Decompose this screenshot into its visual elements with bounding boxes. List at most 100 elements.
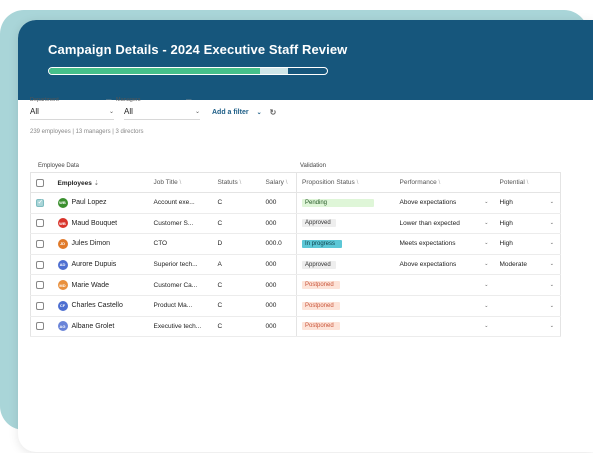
statut-cell: C	[212, 274, 261, 296]
chevron-down-icon: ⌄	[549, 302, 554, 309]
row-checkbox[interactable]	[36, 198, 44, 207]
page: Campaign Details - 2024 Executive Staff …	[0, 0, 593, 453]
job-title-cell: Account exe...	[148, 192, 213, 214]
performance-cell[interactable]: Lower than expected ⌄	[394, 213, 495, 235]
table-header-row: Employees ⇣ Job Title \ Statuts \ Salary…	[30, 172, 561, 193]
potential-cell[interactable]: ⌄	[494, 274, 561, 296]
employee-table: Employees ⇣ Job Title \ Statuts \ Salary…	[30, 172, 561, 338]
row-checkbox[interactable]	[36, 322, 44, 331]
select-all-checkbox[interactable]	[36, 178, 44, 187]
employee-name[interactable]: Aurore Dupuis	[72, 261, 117, 268]
resize-handle-icon: \	[179, 179, 182, 186]
column-performance[interactable]: Performance \	[394, 172, 495, 193]
row-select-cell	[30, 316, 53, 338]
employee-name[interactable]: Jules Dimon	[72, 240, 111, 247]
campaign-progress-bar	[48, 67, 328, 75]
chevron-down-icon: ⌄	[484, 199, 489, 206]
potential-value: High	[499, 219, 513, 227]
row-checkbox[interactable]	[36, 260, 44, 269]
proposition-status-cell[interactable]: Approved	[296, 213, 395, 235]
proposition-status-cell[interactable]: Postponed	[296, 316, 395, 338]
chevron-down-icon: ⌄	[256, 109, 262, 116]
add-filter-button[interactable]: Add a filter ⌄ ↻	[212, 108, 276, 117]
performance-cell[interactable]: ⌄	[394, 316, 495, 338]
avatar: MD	[57, 280, 68, 291]
potential-cell[interactable]: High ⌄	[494, 192, 561, 214]
column-label: Salary	[265, 179, 284, 186]
column-label: Potential	[499, 179, 525, 186]
proposition-status-cell[interactable]: Postponed	[296, 274, 395, 296]
potential-cell[interactable]: ⌄	[494, 316, 561, 338]
managers-value: All	[124, 107, 133, 116]
proposition-status-cell[interactable]: Postponed	[296, 295, 395, 317]
status-badge: Approved	[302, 219, 336, 228]
dash-separator: —	[186, 96, 192, 103]
job-title-cell: Product Ma...	[148, 295, 213, 317]
proposition-status-cell[interactable]: Pending	[296, 192, 395, 214]
department-value: All	[30, 107, 39, 116]
column-salary[interactable]: Salary \	[260, 172, 297, 193]
table-row[interactable]: WB Paul Lopez Account exe...C000 Pending Abo…	[30, 192, 561, 214]
avatar: CF	[57, 300, 68, 311]
column-statuts[interactable]: Statuts \	[212, 172, 261, 193]
chevron-down-icon: ⌄	[194, 109, 200, 115]
table-row[interactable]: JD Jules Dimon CTO D 000.0 In progress Meets e…	[30, 233, 561, 255]
potential-cell[interactable]: Moderate ⌄	[494, 254, 561, 276]
performance-cell[interactable]: ⌄	[394, 295, 495, 317]
potential-cell[interactable]: High ⌄	[494, 213, 561, 235]
progress-partial	[260, 68, 289, 74]
row-checkbox[interactable]	[36, 281, 44, 290]
statut-cell: D	[212, 233, 261, 255]
proposition-status-cell[interactable]: In progress	[296, 233, 395, 255]
potential-cell[interactable]: ⌄	[494, 295, 561, 317]
performance-cell[interactable]: Meets expectations ⌄	[394, 233, 495, 255]
employee-name[interactable]: Charles Castello	[72, 302, 123, 309]
performance-cell[interactable]: Above expectations ⌄	[394, 254, 495, 276]
salary-cell: 000	[260, 192, 297, 214]
chevron-down-icon: ⌄	[549, 219, 554, 226]
progress-fill	[49, 68, 261, 74]
employee-name[interactable]: Marie Wade	[72, 282, 109, 289]
employee-cell: AD Aurore Dupuis	[52, 254, 149, 276]
table-row[interactable]: AD Aurore Dupuis Superior tech... A 000 Appro…	[30, 254, 561, 276]
column-potential[interactable]: Potential \	[494, 172, 561, 193]
table-row[interactable]: AG Albane Grolet Executive tech... C 000 Post…	[30, 316, 561, 338]
proposition-status-cell[interactable]: Approved	[296, 254, 395, 276]
salary-cell: 000	[260, 274, 297, 296]
row-select-cell	[30, 295, 53, 317]
potential-cell[interactable]: High ⌄	[494, 233, 561, 255]
table-row[interactable]: CF Charles Castello Product Ma... C 000 Postp…	[30, 295, 561, 317]
salary-cell: 000	[260, 213, 297, 235]
column-proposition-status[interactable]: Proposition Status \	[296, 172, 395, 193]
performance-cell[interactable]: Above expectations ⌄	[394, 192, 495, 214]
card-header: Campaign Details - 2024 Executive Staff …	[18, 20, 593, 100]
status-badge: Postponed	[302, 322, 340, 331]
row-checkbox[interactable]	[36, 219, 44, 228]
column-label: Job Title	[153, 179, 178, 186]
resize-handle-icon: \	[438, 179, 441, 186]
reset-icon[interactable]: ↻	[270, 108, 277, 117]
add-filter-label: Add a filter	[212, 108, 249, 116]
employee-name[interactable]: Paul Lopez	[72, 199, 107, 206]
row-select-cell	[30, 233, 53, 255]
department-select[interactable]: All ⌄	[30, 105, 114, 120]
managers-select[interactable]: All ⌄	[124, 105, 200, 120]
table-row[interactable]: WB Maud Bouquet Customer S... C 000 Approved L…	[30, 213, 561, 235]
chevron-down-icon: ⌄	[484, 261, 489, 268]
column-label: Proposition Status	[302, 179, 355, 186]
employee-name[interactable]: Albane Grolet	[72, 323, 115, 330]
row-select-cell	[30, 274, 53, 296]
employee-table-section: Employee Data Validation Employees ⇣ Job…	[30, 160, 561, 338]
employee-name[interactable]: Maud Bouquet	[72, 220, 118, 227]
chevron-down-icon: ⌄	[549, 261, 554, 268]
row-checkbox[interactable]	[36, 239, 44, 248]
potential-value: High	[499, 240, 513, 248]
performance-cell[interactable]: ⌄	[394, 274, 495, 296]
row-select-cell	[30, 192, 53, 214]
sort-icon: ⇣	[93, 179, 100, 187]
table-row[interactable]: MD Marie Wade Customer Ca... C 000 Postponed ⌄…	[30, 274, 561, 296]
row-checkbox[interactable]	[36, 301, 44, 310]
status-badge: Postponed	[302, 281, 340, 290]
column-job-title[interactable]: Job Title \	[148, 172, 213, 193]
column-employees[interactable]: Employees ⇣	[52, 172, 149, 193]
